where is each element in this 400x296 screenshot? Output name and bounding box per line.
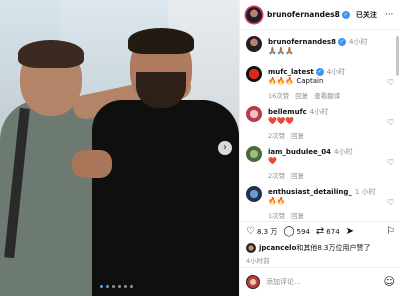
action-bar: ♡ 8.3 万 ◯ 594 ⇄ 674 ➤ ⚐ — [240, 221, 400, 241]
comment-composer: ☺ — [240, 267, 400, 296]
comments-scrollbar[interactable] — [396, 36, 399, 76]
commenter-avatar[interactable] — [246, 146, 262, 162]
carousel-dots — [100, 285, 133, 288]
comment-item: iam_budulee_04 4小时 ❤️ 2次赞 回复 ♡ — [246, 144, 396, 180]
caption-time: 4小时 — [348, 38, 368, 46]
author-avatar[interactable] — [246, 6, 262, 23]
heart-outline-icon[interactable]: ♡ — [387, 158, 394, 167]
caption-header: brunofernandes8 ✓ 4小时 — [268, 37, 367, 47]
commenter-avatar[interactable] — [246, 66, 262, 82]
share-action[interactable]: ➤ — [346, 226, 356, 237]
comment-text: 🔥🔥🔥 Captain — [268, 77, 324, 85]
comment-header: enthusiast_detailing_ 1 小时 — [268, 187, 376, 197]
add-comment-input[interactable] — [266, 278, 366, 286]
comment-text: ❤️ — [268, 157, 277, 165]
comment-text: 🔥🔥 — [268, 197, 286, 205]
post-header: brunofernandes8 ✓ 已关注 ··· — [240, 0, 400, 30]
comment-likes[interactable]: 2次赞 — [268, 132, 285, 140]
caption-row: brunofernandes8 ✓ 4小时 🙏🏽🙏🏽🙏🏽 — [246, 34, 396, 58]
comment-time: 4小时 — [309, 108, 329, 116]
comment-reply-button[interactable]: 回复 — [295, 92, 308, 100]
verified-badge-icon: ✓ — [315, 68, 324, 76]
comment-meta: 1次赞 回复 — [268, 210, 310, 220]
comment-meta: 16次赞 回复 查看翻译 — [268, 90, 346, 100]
comment-text: ❤️❤️❤️ — [268, 117, 295, 125]
comment-action[interactable]: ◯ 594 — [283, 226, 310, 237]
verified-badge-icon: ✓ — [337, 38, 346, 46]
current-user-avatar — [246, 275, 260, 289]
heart-outline-icon[interactable]: ♡ — [387, 198, 394, 207]
comment-item: bellemufc 4小时 ❤️❤️❤️ 2次赞 回复 ♡ — [246, 104, 396, 140]
post-side-panel: brunofernandes8 ✓ 已关注 ··· brunofernandes… — [239, 0, 400, 296]
comment-header: iam_budulee_04 4小时 — [268, 147, 353, 157]
liked-by-line: jpcancelo 和其他8.3万位用户赞了 — [246, 243, 371, 253]
carousel-dot — [112, 285, 115, 288]
comment-item: mufc_latest ✓ 4小时 🔥🔥🔥 Captain 16次赞 回复 查看翻译 ♡ — [246, 64, 396, 100]
like-action[interactable]: ♡ 8.3 万 — [246, 226, 277, 237]
comment-username[interactable]: bellemufc — [268, 108, 307, 116]
carousel-next-icon[interactable]: › — [218, 141, 232, 155]
send-icon[interactable]: ➤ — [346, 226, 354, 237]
comment-likes[interactable]: 2次赞 — [268, 172, 285, 180]
heart-outline-icon[interactable]: ♡ — [387, 78, 394, 87]
comment-likes[interactable]: 16次赞 — [268, 92, 289, 100]
comments-count: 594 — [296, 227, 310, 236]
comment-username[interactable]: enthusiast_detailing_ — [268, 188, 352, 196]
comment-header: bellemufc 4小时 — [268, 107, 328, 117]
heart-outline-icon[interactable]: ♡ — [246, 226, 255, 237]
comment-username[interactable]: iam_budulee_04 — [268, 148, 331, 156]
comments-list: brunofernandes8 ✓ 4小时 🙏🏽🙏🏽🙏🏽 mufc_latest ✓ 4… — [240, 30, 400, 220]
commenter-avatar[interactable] — [246, 106, 262, 122]
liker-avatar[interactable] — [246, 243, 256, 253]
reposts-count: 674 — [326, 227, 340, 236]
comment-username[interactable]: mufc_latest — [268, 68, 314, 76]
posted-time: 4小时前 — [246, 257, 270, 265]
comment-likes[interactable]: 1次赞 — [268, 212, 285, 220]
verified-badge-icon: ✓ — [341, 10, 350, 19]
post-photo[interactable]: › — [0, 0, 239, 296]
caption-text: 🙏🏽🙏🏽🙏🏽 — [268, 47, 295, 55]
comment-header: mufc_latest ✓ 4小时 — [268, 67, 345, 77]
likes-count: 8.3 万 — [256, 227, 278, 236]
liker-username[interactable]: jpcancelo — [259, 244, 296, 252]
bookmark-icon[interactable]: ⚐ — [386, 226, 395, 237]
liked-by-text: 和其他8.3万位用户赞了 — [296, 244, 371, 252]
comment-reply-button[interactable]: 回复 — [291, 132, 304, 140]
repost-action[interactable]: ⇄ 674 — [316, 226, 340, 237]
person-right-body — [92, 100, 239, 296]
carousel-dot — [100, 285, 103, 288]
comment-reply-button[interactable]: 回复 — [291, 172, 304, 180]
carousel-dot — [124, 285, 127, 288]
repost-icon[interactable]: ⇄ — [316, 226, 324, 237]
comment-item: enthusiast_detailing_ 1 小时 🔥🔥 1次赞 回复 ♡ — [246, 184, 396, 220]
carousel-dot — [130, 285, 133, 288]
comment-meta: 2次赞 回复 — [268, 130, 310, 140]
person-right-hair — [128, 28, 194, 54]
comment-time: 4小时 — [326, 68, 346, 76]
comment-time: 4小时 — [334, 148, 353, 156]
comment-meta: 2次赞 回复 — [268, 170, 310, 180]
emoji-smile-icon[interactable]: ☺ — [384, 275, 395, 288]
person-left-hair — [18, 40, 84, 68]
caption-username[interactable]: brunofernandes8 — [268, 38, 336, 46]
author-username[interactable]: brunofernandes8 — [267, 10, 340, 19]
comment-bubble-icon[interactable]: ◯ — [283, 226, 294, 237]
heart-outline-icon[interactable]: ♡ — [387, 118, 394, 127]
person-right-arm — [72, 150, 112, 178]
carousel-dot — [118, 285, 121, 288]
see-translation-button[interactable]: 查看翻译 — [314, 92, 340, 100]
comment-time: 1 小时 — [354, 188, 376, 196]
comment-reply-button[interactable]: 回复 — [291, 212, 304, 220]
author-avatar[interactable] — [246, 36, 262, 52]
following-button[interactable]: 已关注 — [356, 10, 377, 20]
commenter-avatar[interactable] — [246, 186, 262, 202]
more-horizontal-icon[interactable]: ··· — [385, 10, 394, 20]
carousel-dot — [106, 285, 109, 288]
